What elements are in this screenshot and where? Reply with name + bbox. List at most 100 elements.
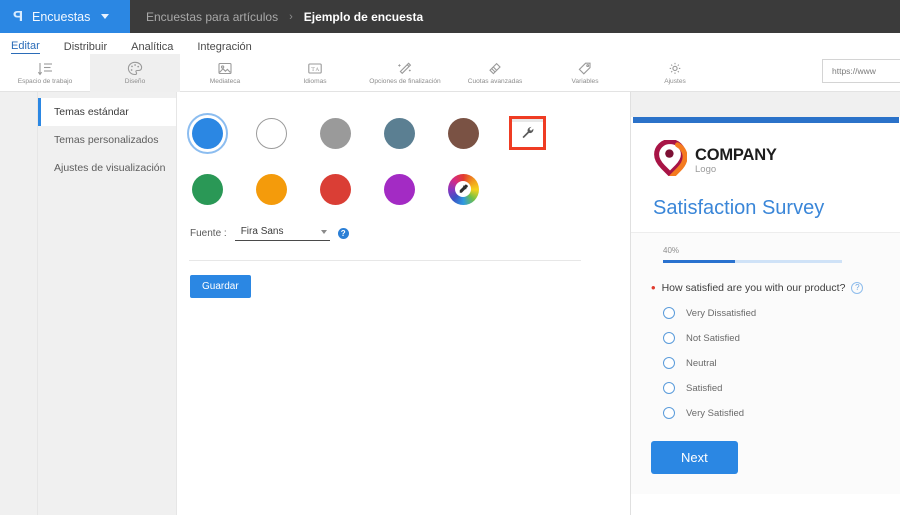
required-marker-icon: • [651, 280, 656, 295]
section-divider [189, 260, 581, 261]
survey-content: COMPANY Logo Satisfaction Survey 40% • H… [631, 123, 900, 494]
progress-bar [663, 260, 842, 263]
font-help-icon[interactable]: ? [337, 228, 349, 239]
quotas-icon [487, 60, 503, 77]
theme-swatch-row-2 [188, 170, 630, 208]
question-help-icon[interactable]: ? [851, 281, 864, 294]
color-dot [186, 112, 228, 154]
survey-question-box: 40% • How satisfied are you with our pro… [631, 232, 900, 494]
color-dot [447, 117, 479, 149]
gear-icon [667, 60, 683, 77]
custom-theme-card [509, 117, 545, 149]
theme-swatch-orange[interactable] [252, 170, 290, 208]
toolbar-label: Variables [571, 78, 599, 85]
theme-swatch-gray[interactable] [316, 114, 354, 152]
radio-option[interactable]: Not Satisfied [663, 332, 900, 344]
toolbar-label: Espacio de trabajo [17, 78, 73, 85]
toolbar-label: Opciones de finalización [369, 78, 441, 85]
radio-label: Satisfied [686, 382, 723, 394]
tag-icon [577, 60, 593, 77]
radio-icon[interactable] [663, 407, 675, 419]
theme-swatch-white[interactable] [252, 114, 290, 152]
toolbar-item-espacio-de-trabajo[interactable]: Espacio de trabajo [0, 54, 90, 92]
toolbar-item-cuotas-avanzadas[interactable]: Cuotas avanzadas [450, 54, 540, 92]
color-dot [255, 173, 287, 205]
tab-editar[interactable]: Editar [11, 40, 40, 54]
toolbar-item-opciones-de-finalizacion[interactable]: Opciones de finalización [360, 54, 450, 92]
theme-swatch-slate[interactable] [380, 114, 418, 152]
survey-card: COMPANY Logo Satisfaction Survey 40% • H… [631, 117, 900, 515]
tab-distribuir[interactable]: Distribuir [64, 41, 107, 54]
font-label: Fuente : [190, 228, 227, 239]
breadcrumb-current: Ejemplo de encuesta [303, 9, 424, 24]
theme-swatch-grid [177, 112, 630, 208]
sidebar-item-temas-personalizados[interactable]: Temas personalizados [38, 126, 176, 154]
company-logo: COMPANY Logo [653, 138, 900, 181]
theme-editor: Fuente : Fira Sans ? Guardar [177, 92, 630, 515]
theme-swatch-brown[interactable] [444, 114, 482, 152]
radio-icon[interactable] [663, 332, 675, 344]
question-row: • How satisfied are you with our product… [651, 281, 900, 294]
radio-icon[interactable] [663, 357, 675, 369]
theme-swatch-row-1 [186, 112, 630, 154]
radio-option[interactable]: Neutral [663, 357, 900, 369]
font-select[interactable]: Fira Sans [234, 226, 330, 241]
toolbar-item-diseno[interactable]: Diseño [90, 53, 180, 92]
tab-integracion[interactable]: Integración [197, 41, 251, 54]
brand-menu[interactable]: P Encuestas [0, 0, 130, 33]
save-button[interactable]: Guardar [190, 275, 251, 298]
tab-analitica[interactable]: Analítica [131, 41, 173, 54]
toolbar-label: Cuotas avanzadas [467, 78, 523, 85]
chevron-down-icon [101, 14, 110, 19]
survey-title: Satisfaction Survey [653, 197, 825, 219]
sidebar-item-ajustes-de-visualizacion[interactable]: Ajustes de visualización [38, 154, 176, 182]
color-dot [191, 173, 223, 205]
theme-swatch-blue[interactable] [186, 112, 228, 154]
main-tabs: Editar Distribuir Analítica Integración [0, 33, 900, 54]
languages-icon: T A [307, 60, 323, 77]
color-wheel-icon [447, 173, 479, 205]
toolbar-item-idiomas[interactable]: T A Idiomas [270, 54, 360, 92]
wrench-icon [521, 126, 534, 144]
toolbar-label: Diseño [124, 78, 146, 85]
next-button[interactable]: Next [651, 441, 738, 474]
product-logo-icon: P [14, 8, 24, 25]
workspace-icon [37, 60, 53, 77]
theme-swatch-green[interactable] [188, 170, 226, 208]
question-text: How satisfied are you with our product? [661, 281, 846, 294]
color-dot [319, 117, 351, 149]
theme-swatch-red[interactable] [316, 170, 354, 208]
company-logo-sub: Logo [695, 164, 717, 175]
toolbar-label: Mediateca [209, 78, 241, 85]
font-value: Fira Sans [240, 226, 284, 237]
radio-option[interactable]: Very Dissatisfied [663, 307, 900, 319]
pin-logo-icon [653, 138, 688, 181]
font-selector-row: Fuente : Fira Sans ? [177, 226, 630, 241]
media-library-icon [217, 60, 233, 77]
color-dot [383, 117, 415, 149]
toolbar-item-mediateca[interactable]: Mediateca [180, 54, 270, 92]
radio-icon[interactable] [663, 307, 675, 319]
theme-swatch-purple[interactable] [380, 170, 418, 208]
color-dot [383, 173, 415, 205]
breadcrumb: Encuestas para artículos › Ejemplo de en… [130, 0, 423, 33]
main-body: Temas estándar Temas personalizados Ajus… [0, 92, 900, 515]
radio-option[interactable]: Satisfied [663, 382, 900, 394]
theme-swatch-color-picker[interactable] [444, 170, 482, 208]
progress-label: 40% [663, 246, 680, 255]
theme-swatch-custom-tool[interactable] [508, 114, 546, 152]
radio-icon[interactable] [663, 382, 675, 394]
toolbar-label: Idiomas [303, 78, 327, 85]
radio-label: Not Satisfied [686, 332, 740, 344]
sidebar-item-temas-estandar[interactable]: Temas estándar [38, 98, 176, 126]
url-input[interactable]: https://www [822, 59, 900, 83]
toolbar-label: Ajustes [664, 78, 686, 85]
radio-label: Very Dissatisfied [686, 307, 757, 319]
palette-icon [127, 60, 143, 77]
radio-option[interactable]: Very Satisfied [663, 407, 900, 419]
breadcrumb-parent[interactable]: Encuestas para artículos [146, 10, 278, 24]
progress-bar-fill [663, 260, 735, 263]
toolbar-item-variables[interactable]: Variables [540, 54, 630, 92]
left-rail [0, 92, 38, 515]
toolbar-item-ajustes[interactable]: Ajustes [630, 54, 720, 92]
